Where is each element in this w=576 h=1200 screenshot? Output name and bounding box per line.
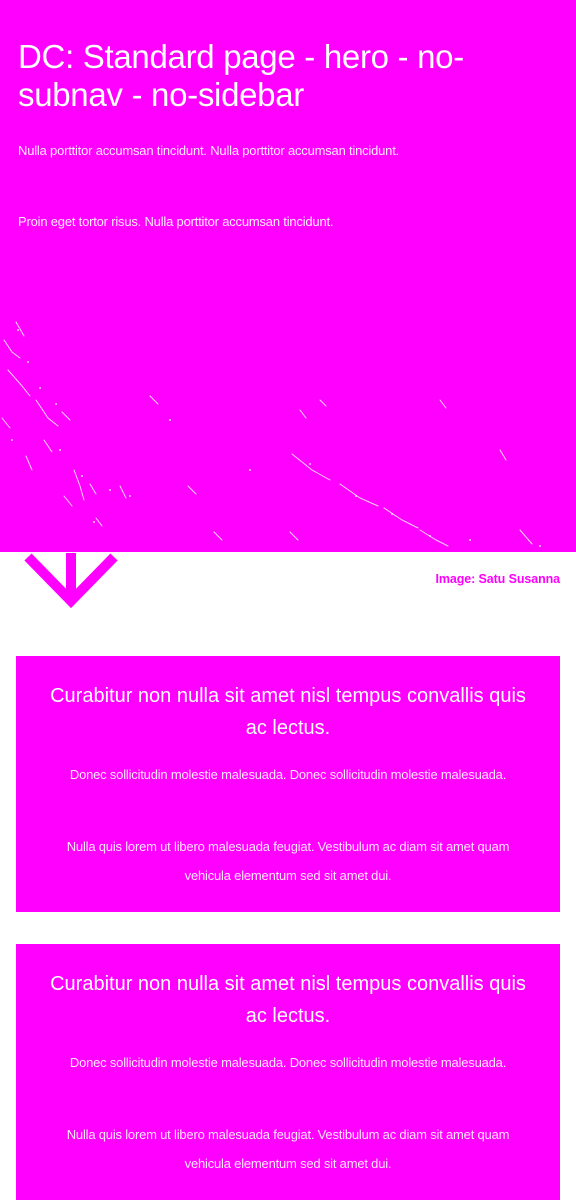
hero-intro-paragraph: Nulla porttitor accumsan tincidunt. Null… <box>18 143 400 158</box>
page-title: DC: Standard page - hero - no-subnav - n… <box>18 38 464 113</box>
card-paragraph: Donec sollicitudin molestie malesuada. D… <box>69 767 507 782</box>
chevron-down-icon[interactable] <box>24 553 118 609</box>
card-paragraph: Donec sollicitudin molestie malesuada. D… <box>69 1055 507 1070</box>
content-card: Curabitur non nulla sit amet nisl tempus… <box>16 944 560 1200</box>
content-card: Curabitur non nulla sit amet nisl tempus… <box>16 656 560 912</box>
card-paragraph: Nulla quis lorem ut libero malesuada feu… <box>66 1127 510 1171</box>
image-credit: Image: Satu Susanna <box>435 572 560 586</box>
hero-image <box>1 321 541 547</box>
card-paragraph: Nulla quis lorem ut libero malesuada feu… <box>66 839 510 883</box>
card-title: Curabitur non nulla sit amet nisl tempus… <box>50 685 526 739</box>
hero-intro-paragraph: Proin eget tortor risus. Nulla porttitor… <box>18 214 334 229</box>
card-title: Curabitur non nulla sit amet nisl tempus… <box>50 973 526 1027</box>
hero-banner: DC: Standard page - hero - no-subnav - n… <box>0 0 576 552</box>
